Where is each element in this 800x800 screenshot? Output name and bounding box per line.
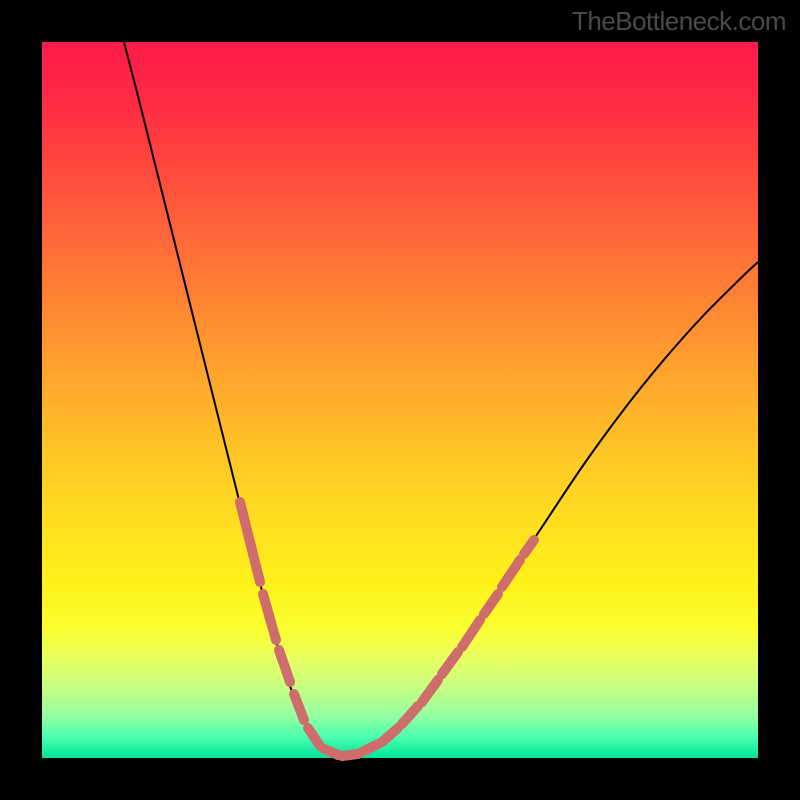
highlight-segment xyxy=(442,652,458,674)
bottleneck-curve xyxy=(124,42,758,756)
highlight-segment xyxy=(263,594,276,640)
chart-frame: TheBottleneck.com xyxy=(0,0,800,800)
highlight-segment xyxy=(422,680,438,702)
highlight-segment xyxy=(382,728,398,742)
highlight-bottom xyxy=(324,744,378,756)
highlight-right xyxy=(382,540,534,742)
highlight-segment xyxy=(402,706,418,724)
highlight-segment xyxy=(484,594,498,614)
highlight-segment xyxy=(294,694,304,720)
watermark-text: TheBottleneck.com xyxy=(572,6,786,37)
highlight-segment xyxy=(524,540,534,554)
highlight-segment xyxy=(308,728,320,746)
highlight-segment xyxy=(502,560,520,587)
highlight-segment xyxy=(324,749,338,755)
highlight-segment xyxy=(362,744,378,752)
plot-area xyxy=(42,42,758,758)
highlight-left xyxy=(240,502,320,746)
highlight-segment xyxy=(240,502,260,582)
curve-svg xyxy=(42,42,758,758)
highlight-segment xyxy=(342,754,358,756)
highlight-segment xyxy=(462,620,480,647)
highlight-segment xyxy=(279,650,290,682)
